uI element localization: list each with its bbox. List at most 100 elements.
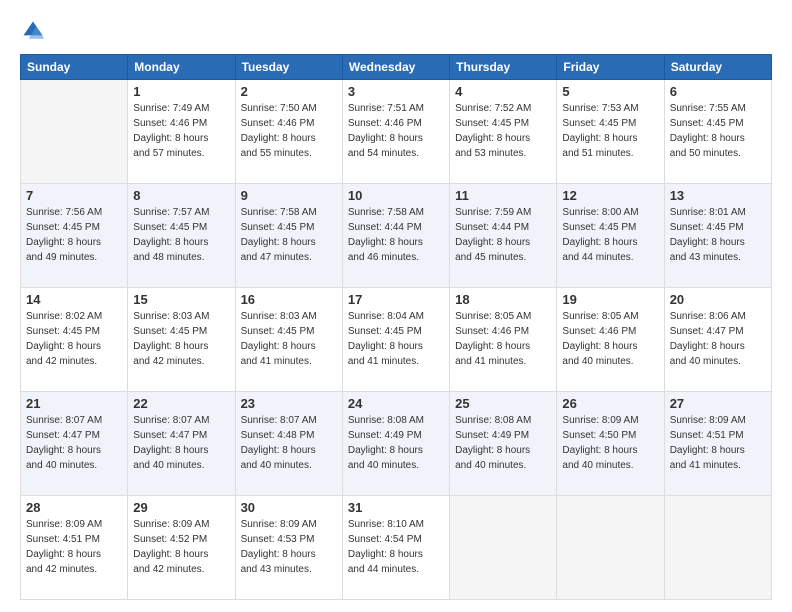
calendar-cell — [557, 496, 664, 600]
calendar-cell: 10 Sunrise: 7:58 AMSunset: 4:44 PMDayligh… — [342, 184, 449, 288]
day-info: Sunrise: 7:58 AMSunset: 4:44 PMDaylight:… — [348, 205, 444, 265]
day-info: Sunrise: 7:57 AMSunset: 4:45 PMDaylight:… — [133, 205, 229, 265]
day-info: Sunrise: 7:55 AMSunset: 4:45 PMDaylight:… — [670, 101, 766, 161]
calendar-cell: 11 Sunrise: 7:59 AMSunset: 4:44 PMDayligh… — [450, 184, 557, 288]
calendar-week-1: 1 Sunrise: 7:49 AMSunset: 4:46 PMDaylight… — [21, 80, 772, 184]
calendar-cell: 18 Sunrise: 8:05 AMSunset: 4:46 PMDayligh… — [450, 288, 557, 392]
calendar-table: SundayMondayTuesdayWednesdayThursdayFrid… — [20, 54, 772, 600]
calendar-cell: 8 Sunrise: 7:57 AMSunset: 4:45 PMDaylight… — [128, 184, 235, 288]
day-info: Sunrise: 7:56 AMSunset: 4:45 PMDaylight:… — [26, 205, 122, 265]
day-number: 1 — [133, 84, 229, 99]
day-number: 29 — [133, 500, 229, 515]
calendar-cell: 15Sunrise: 8:03 AMSunset: 4:45 PMDayligh… — [128, 288, 235, 392]
day-info: Sunrise: 8:00 AMSunset: 4:45 PMDaylight:… — [562, 205, 658, 265]
calendar-cell: 20Sunrise: 8:06 AMSunset: 4:47 PMDayligh… — [664, 288, 771, 392]
calendar-cell: 27 Sunrise: 8:09 AMSunset: 4:51 PMDayligh… — [664, 392, 771, 496]
weekday-header-sunday: Sunday — [21, 55, 128, 80]
weekday-header-friday: Friday — [557, 55, 664, 80]
day-info: Sunrise: 8:03 AMSunset: 4:45 PMDaylight:… — [133, 309, 229, 369]
day-info: Sunrise: 8:09 AMSunset: 4:50 PMDaylight:… — [562, 413, 658, 473]
day-info: Sunrise: 8:10 AMSunset: 4:54 PMDaylight:… — [348, 517, 444, 577]
day-number: 8 — [133, 188, 229, 203]
day-number: 2 — [241, 84, 337, 99]
calendar-cell: 12 Sunrise: 8:00 AMSunset: 4:45 PMDayligh… — [557, 184, 664, 288]
day-number: 28 — [26, 500, 122, 515]
day-info: Sunrise: 8:07 AMSunset: 4:48 PMDaylight:… — [241, 413, 337, 473]
day-number: 30 — [241, 500, 337, 515]
calendar-cell: 22 Sunrise: 8:07 AMSunset: 4:47 PMDayligh… — [128, 392, 235, 496]
day-number: 22 — [133, 396, 229, 411]
day-info: Sunrise: 8:06 AMSunset: 4:47 PMDaylight:… — [670, 309, 766, 369]
day-number: 26 — [562, 396, 658, 411]
day-info: Sunrise: 7:58 AMSunset: 4:45 PMDaylight:… — [241, 205, 337, 265]
day-info: Sunrise: 7:53 AMSunset: 4:45 PMDaylight:… — [562, 101, 658, 161]
day-number: 17 — [348, 292, 444, 307]
calendar-cell: 26 Sunrise: 8:09 AMSunset: 4:50 PMDayligh… — [557, 392, 664, 496]
weekday-header-row: SundayMondayTuesdayWednesdayThursdayFrid… — [21, 55, 772, 80]
day-info: Sunrise: 8:07 AMSunset: 4:47 PMDaylight:… — [26, 413, 122, 473]
calendar-cell: 4 Sunrise: 7:52 AMSunset: 4:45 PMDaylight… — [450, 80, 557, 184]
day-info: Sunrise: 8:05 AMSunset: 4:46 PMDaylight:… — [455, 309, 551, 369]
day-number: 19 — [562, 292, 658, 307]
calendar-cell: 2 Sunrise: 7:50 AMSunset: 4:46 PMDaylight… — [235, 80, 342, 184]
calendar-cell: 24Sunrise: 8:08 AMSunset: 4:49 PMDayligh… — [342, 392, 449, 496]
calendar-cell: 16Sunrise: 8:03 AMSunset: 4:45 PMDayligh… — [235, 288, 342, 392]
calendar-cell — [21, 80, 128, 184]
calendar-week-3: 14 Sunrise: 8:02 AMSunset: 4:45 PMDayligh… — [21, 288, 772, 392]
weekday-header-thursday: Thursday — [450, 55, 557, 80]
day-info: Sunrise: 8:01 AMSunset: 4:45 PMDaylight:… — [670, 205, 766, 265]
calendar-cell: 31 Sunrise: 8:10 AMSunset: 4:54 PMDayligh… — [342, 496, 449, 600]
day-number: 31 — [348, 500, 444, 515]
header — [20, 18, 772, 44]
day-info: Sunrise: 8:09 AMSunset: 4:51 PMDaylight:… — [670, 413, 766, 473]
day-info: Sunrise: 8:08 AMSunset: 4:49 PMDaylight:… — [455, 413, 551, 473]
calendar-cell: 6 Sunrise: 7:55 AMSunset: 4:45 PMDaylight… — [664, 80, 771, 184]
day-number: 10 — [348, 188, 444, 203]
day-number: 6 — [670, 84, 766, 99]
day-info: Sunrise: 8:04 AMSunset: 4:45 PMDaylight:… — [348, 309, 444, 369]
logo — [20, 18, 50, 44]
calendar-cell: 5 Sunrise: 7:53 AMSunset: 4:45 PMDaylight… — [557, 80, 664, 184]
day-number: 12 — [562, 188, 658, 203]
day-info: Sunrise: 8:09 AMSunset: 4:52 PMDaylight:… — [133, 517, 229, 577]
day-info: Sunrise: 8:09 AMSunset: 4:53 PMDaylight:… — [241, 517, 337, 577]
calendar-cell: 21Sunrise: 8:07 AMSunset: 4:47 PMDayligh… — [21, 392, 128, 496]
day-number: 5 — [562, 84, 658, 99]
day-number: 13 — [670, 188, 766, 203]
weekday-header-saturday: Saturday — [664, 55, 771, 80]
calendar-cell: 3 Sunrise: 7:51 AMSunset: 4:46 PMDaylight… — [342, 80, 449, 184]
day-number: 23 — [241, 396, 337, 411]
day-info: Sunrise: 7:51 AMSunset: 4:46 PMDaylight:… — [348, 101, 444, 161]
day-info: Sunrise: 7:49 AMSunset: 4:46 PMDaylight:… — [133, 101, 229, 161]
weekday-header-wednesday: Wednesday — [342, 55, 449, 80]
calendar-cell: 19 Sunrise: 8:05 AMSunset: 4:46 PMDayligh… — [557, 288, 664, 392]
day-number: 7 — [26, 188, 122, 203]
day-info: Sunrise: 7:50 AMSunset: 4:46 PMDaylight:… — [241, 101, 337, 161]
day-number: 25 — [455, 396, 551, 411]
day-info: Sunrise: 8:07 AMSunset: 4:47 PMDaylight:… — [133, 413, 229, 473]
day-info: Sunrise: 7:59 AMSunset: 4:44 PMDaylight:… — [455, 205, 551, 265]
calendar-cell: 17 Sunrise: 8:04 AMSunset: 4:45 PMDayligh… — [342, 288, 449, 392]
day-number: 18 — [455, 292, 551, 307]
calendar-cell: 13 Sunrise: 8:01 AMSunset: 4:45 PMDayligh… — [664, 184, 771, 288]
day-info: Sunrise: 8:02 AMSunset: 4:45 PMDaylight:… — [26, 309, 122, 369]
calendar-cell: 9 Sunrise: 7:58 AMSunset: 4:45 PMDaylight… — [235, 184, 342, 288]
calendar-cell: 14 Sunrise: 8:02 AMSunset: 4:45 PMDayligh… — [21, 288, 128, 392]
day-number: 27 — [670, 396, 766, 411]
calendar-cell: 1 Sunrise: 7:49 AMSunset: 4:46 PMDaylight… — [128, 80, 235, 184]
day-number: 3 — [348, 84, 444, 99]
day-info: Sunrise: 7:52 AMSunset: 4:45 PMDaylight:… — [455, 101, 551, 161]
logo-icon — [20, 18, 46, 44]
calendar-week-4: 21Sunrise: 8:07 AMSunset: 4:47 PMDayligh… — [21, 392, 772, 496]
calendar-cell: 7 Sunrise: 7:56 AMSunset: 4:45 PMDaylight… — [21, 184, 128, 288]
calendar-week-5: 28 Sunrise: 8:09 AMSunset: 4:51 PMDayligh… — [21, 496, 772, 600]
day-number: 14 — [26, 292, 122, 307]
day-number: 4 — [455, 84, 551, 99]
day-info: Sunrise: 8:05 AMSunset: 4:46 PMDaylight:… — [562, 309, 658, 369]
page: SundayMondayTuesdayWednesdayThursdayFrid… — [0, 0, 792, 612]
weekday-header-tuesday: Tuesday — [235, 55, 342, 80]
day-number: 11 — [455, 188, 551, 203]
day-number: 9 — [241, 188, 337, 203]
day-info: Sunrise: 8:09 AMSunset: 4:51 PMDaylight:… — [26, 517, 122, 577]
calendar-cell — [664, 496, 771, 600]
